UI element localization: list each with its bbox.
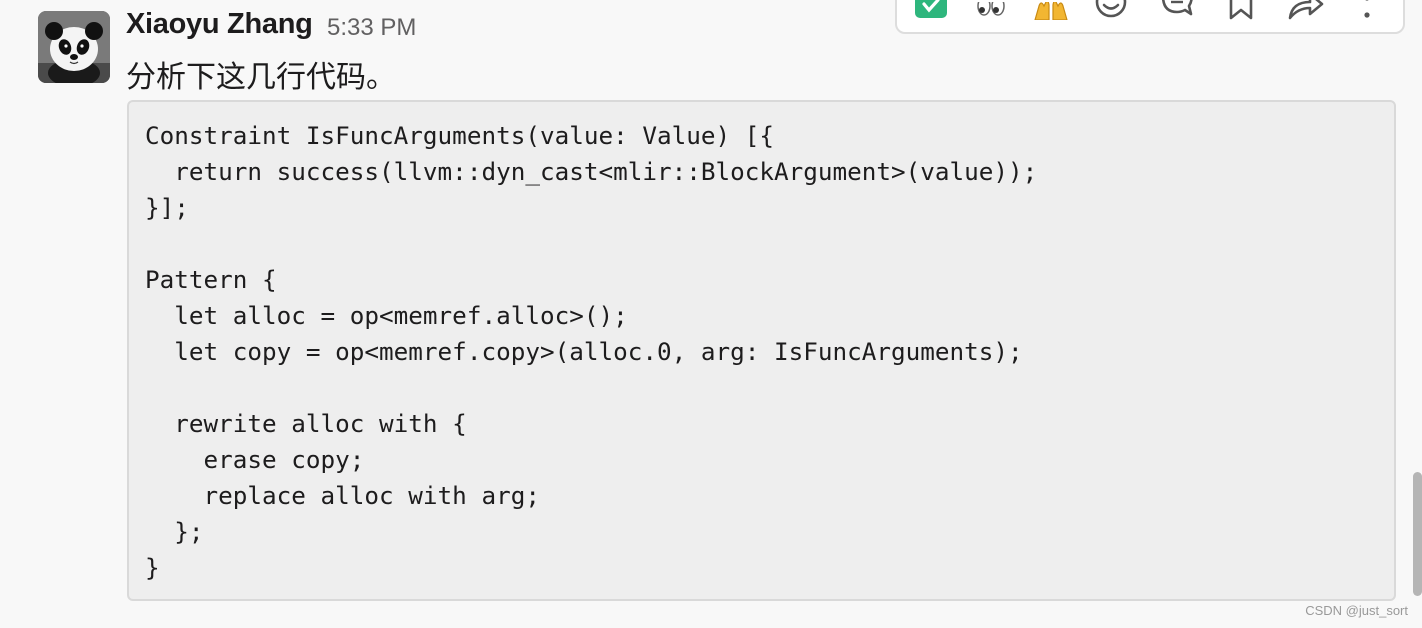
message-actions-toolbar bbox=[895, 0, 1405, 34]
checkmark-reaction-button[interactable] bbox=[909, 0, 953, 20]
share-button[interactable] bbox=[1283, 0, 1327, 20]
message-timestamp[interactable]: 5:33 PM bbox=[327, 14, 416, 42]
more-actions-icon bbox=[1364, 0, 1370, 18]
reply-in-thread-button[interactable] bbox=[1155, 0, 1199, 20]
code-content: Constraint IsFuncArguments(value: Value)… bbox=[145, 121, 1038, 582]
watermark: CSDN @just_sort bbox=[1305, 603, 1408, 618]
reply-in-thread-icon bbox=[1161, 0, 1193, 16]
panda-avatar-icon bbox=[38, 11, 110, 83]
share-icon bbox=[1288, 0, 1324, 20]
bookmark-icon bbox=[1229, 0, 1253, 20]
add-reaction-button[interactable] bbox=[1089, 0, 1133, 20]
eyes-reaction-button[interactable] bbox=[969, 0, 1013, 20]
more-actions-button[interactable] bbox=[1345, 0, 1389, 20]
scrollbar-thumb[interactable] bbox=[1413, 472, 1422, 596]
raised-hands-reaction-button[interactable] bbox=[1029, 0, 1073, 20]
message-text: 分析下这几行代码。 bbox=[126, 60, 396, 95]
code-block: Constraint IsFuncArguments(value: Value)… bbox=[127, 100, 1396, 601]
bookmark-button[interactable] bbox=[1219, 0, 1263, 20]
avatar[interactable] bbox=[38, 11, 110, 83]
checkmark-reaction-icon bbox=[915, 0, 947, 18]
sender-name[interactable]: Xiaoyu Zhang bbox=[126, 8, 313, 41]
add-reaction-icon bbox=[1095, 0, 1127, 18]
raised-hands-reaction-icon bbox=[1034, 2, 1068, 20]
eyes-reaction-icon bbox=[977, 2, 1005, 16]
